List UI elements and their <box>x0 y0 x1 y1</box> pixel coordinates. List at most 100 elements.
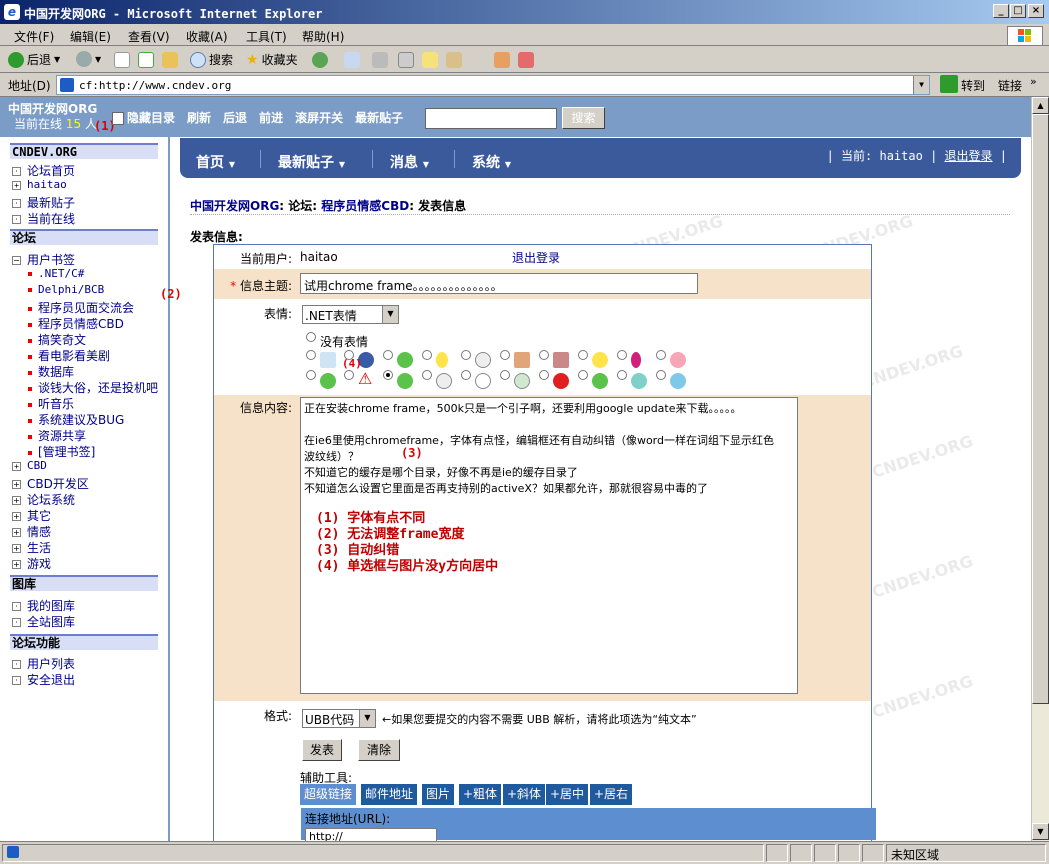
back-link[interactable]: 后退 <box>223 109 247 126</box>
go-arrow-icon[interactable] <box>940 75 958 93</box>
sidebar-item-games[interactable]: + 游戏 <box>12 555 51 572</box>
sidebar-item-online[interactable]: · 当前在线 <box>12 210 75 227</box>
emotion-radio[interactable] <box>422 370 432 380</box>
scroll-down-icon[interactable]: ▼ <box>1032 823 1049 840</box>
close-button[interactable]: × <box>1028 4 1044 18</box>
sidebar-sub-resources[interactable]: 资源共享 <box>28 427 86 444</box>
sidebar-item-user-list[interactable]: · 用户列表 <box>12 655 75 672</box>
nav-system[interactable]: 系统 ▼ <box>472 152 511 172</box>
sidebar-sub-movies[interactable]: 看电影看美剧 <box>28 347 110 364</box>
emotion-radio-selected[interactable] <box>383 370 393 380</box>
sidebar-item-other[interactable]: + 其它 <box>12 507 51 524</box>
emotion-radio[interactable] <box>656 350 666 360</box>
sidebar-item-user[interactable]: + haitao <box>12 178 67 191</box>
tool-hyperlink[interactable]: 超级链接 <box>300 784 357 805</box>
emotion-radio[interactable] <box>306 370 316 380</box>
edit-icon[interactable] <box>398 52 414 68</box>
emotion-radio[interactable] <box>656 370 666 380</box>
format-select[interactable]: UBB代码 ▼ <box>302 709 376 728</box>
menu-tools[interactable]: 工具(T) <box>246 28 287 45</box>
no-emotion-radio[interactable] <box>306 332 316 342</box>
submit-button[interactable]: 发表 <box>302 739 342 761</box>
search-button[interactable]: 搜索 <box>190 51 233 68</box>
tool-bold[interactable]: +粗体 <box>459 784 502 805</box>
sidebar-item-all-gallery[interactable]: · 全站图库 <box>12 613 75 630</box>
form-logout-link[interactable]: 退出登录 <box>512 249 560 266</box>
latest-posts-link[interactable]: 最新贴子 <box>355 109 403 126</box>
breadcrumb-board[interactable]: 程序员情感CBD <box>321 199 409 213</box>
tool-center[interactable]: +居中 <box>546 784 589 805</box>
stop-icon[interactable] <box>114 52 130 68</box>
nav-latest[interactable]: 最新贴子 ▼ <box>278 152 345 172</box>
messenger-icon[interactable] <box>446 52 462 68</box>
links-label[interactable]: 链接 <box>998 77 1022 94</box>
emotion-radio[interactable] <box>461 370 471 380</box>
sidebar-item-cbd[interactable]: + CBD <box>12 459 47 472</box>
emotion-radio[interactable] <box>500 350 510 360</box>
emotion-radio[interactable] <box>306 350 316 360</box>
sidebar-sub-bug[interactable]: 系统建议及BUG <box>28 411 124 428</box>
forward-link[interactable]: 前进 <box>259 109 283 126</box>
sidebar-item-bookmarks[interactable]: − 用户书签 <box>12 251 75 268</box>
note-icon[interactable] <box>422 52 438 68</box>
emotion-radio[interactable] <box>344 370 354 380</box>
emotion-radio[interactable] <box>383 350 393 360</box>
mail-icon[interactable] <box>344 52 360 68</box>
sidebar-item-cbd-dev[interactable]: + CBD开发区 <box>12 475 89 492</box>
tool-right[interactable]: +居右 <box>590 784 633 805</box>
emotion-radio[interactable] <box>461 350 471 360</box>
sidebar-item-forum-system[interactable]: + 论坛系统 <box>12 491 75 508</box>
sidebar-item-life[interactable]: + 生活 <box>12 539 51 556</box>
print-icon[interactable] <box>372 52 388 68</box>
sidebar-sub-money[interactable]: 谈钱大俗，还是投机吧 <box>28 379 158 396</box>
tool-italic[interactable]: +斜体 <box>503 784 546 805</box>
sidebar-item-forum-home[interactable]: · 论坛首页 <box>12 162 75 179</box>
forward-button[interactable]: ▼ <box>76 51 101 67</box>
history-icon[interactable] <box>312 52 328 68</box>
nav-logout-link[interactable]: 退出登录 <box>945 149 993 163</box>
sidebar-sub-delphi[interactable]: Delphi/BCB <box>28 283 104 296</box>
sidebar-item-my-gallery[interactable]: · 我的图库 <box>12 597 75 614</box>
refresh-icon[interactable] <box>138 52 154 68</box>
address-input[interactable]: cf:http://www.cndev.org ▼ <box>56 75 930 95</box>
sidebar-sub-manage[interactable]: [管理书签] <box>28 443 95 460</box>
tool-email[interactable]: 邮件地址 <box>361 784 418 805</box>
emotion-radio[interactable] <box>578 370 588 380</box>
emotion-radio[interactable] <box>617 370 627 380</box>
go-button[interactable]: 转到 <box>961 77 985 94</box>
sidebar-sub-cbd[interactable]: 程序员情感CBD <box>28 315 124 332</box>
emotion-radio[interactable] <box>422 350 432 360</box>
refresh-link[interactable]: 刷新 <box>187 109 211 126</box>
emotion-radio[interactable] <box>617 350 627 360</box>
sidebar-sub-music[interactable]: 听音乐 <box>28 395 74 412</box>
back-button[interactable]: 后退 ▼ <box>8 51 60 68</box>
scroll-up-icon[interactable]: ▲ <box>1032 97 1049 114</box>
emotion-radio[interactable] <box>500 370 510 380</box>
scroll-toggle-link[interactable]: 滚屏开关 <box>295 109 343 126</box>
hide-directory-link[interactable]: 隐藏目录 <box>112 109 175 126</box>
sidebar-item-latest[interactable]: · 最新贴子 <box>12 194 75 211</box>
url-input[interactable]: http:// <box>305 828 437 841</box>
chevron-right-icon[interactable]: » <box>1030 75 1037 88</box>
sidebar-item-logout[interactable]: · 安全退出 <box>12 671 75 688</box>
maximize-button[interactable]: □ <box>1010 4 1026 18</box>
sidebar-sub-dotnet[interactable]: .NET/C# <box>28 267 84 280</box>
address-dropdown-icon[interactable]: ▼ <box>913 76 929 94</box>
emotion-radio[interactable] <box>539 350 549 360</box>
tool-icon[interactable] <box>494 52 510 68</box>
menu-view[interactable]: 查看(V) <box>128 28 170 45</box>
minimize-button[interactable]: _ <box>993 4 1009 18</box>
favorites-button[interactable]: ★ 收藏夹 <box>246 51 298 68</box>
breadcrumb-site[interactable]: 中国开发网ORG <box>190 199 279 213</box>
emotion-radio[interactable] <box>539 370 549 380</box>
home-icon[interactable] <box>162 52 178 68</box>
sidebar-sub-meetup[interactable]: 程序员见面交流会 <box>28 299 134 316</box>
pen-icon[interactable] <box>518 52 534 68</box>
menu-file[interactable]: 文件(F) <box>14 28 54 45</box>
sidebar-sub-funny[interactable]: 搞笑奇文 <box>28 331 86 348</box>
emotion-radio[interactable] <box>578 350 588 360</box>
content-textarea[interactable]: 正在安装chrome frame，500k只是一个引子啊，还要利用google … <box>300 397 798 694</box>
subject-input[interactable]: 试用chrome frame。。。。。。。。。。。。。。 <box>300 273 698 294</box>
menu-help[interactable]: 帮助(H) <box>302 28 344 45</box>
nav-messages[interactable]: 消息 ▼ <box>390 152 429 172</box>
